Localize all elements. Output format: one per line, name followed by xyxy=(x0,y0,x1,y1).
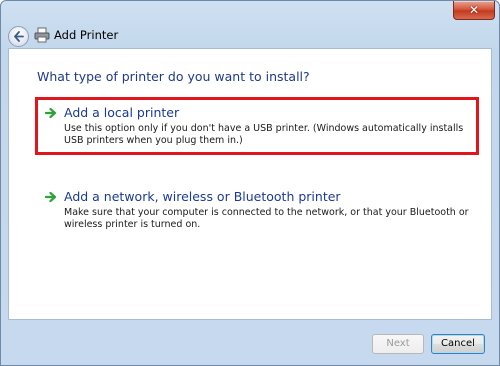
green-arrow-icon xyxy=(45,107,57,119)
close-button[interactable]: ✕ xyxy=(453,1,495,20)
back-arrow-icon xyxy=(14,31,24,42)
page-title: What type of printer do you want to inst… xyxy=(37,69,310,84)
printer-icon xyxy=(34,27,50,43)
cancel-button[interactable]: Cancel xyxy=(431,334,485,354)
option-title: Add a network, wireless or Bluetooth pri… xyxy=(64,189,341,204)
option-network-printer[interactable]: Add a network, wireless or Bluetooth pri… xyxy=(37,181,479,239)
option-description: Use this option only if you don't have a… xyxy=(64,123,464,146)
option-title: Add a local printer xyxy=(64,105,180,120)
back-button[interactable] xyxy=(8,26,29,47)
green-arrow-icon xyxy=(45,191,57,203)
option-description: Make sure that your computer is connecte… xyxy=(64,207,469,230)
close-icon: ✕ xyxy=(468,3,480,17)
next-button[interactable]: Next xyxy=(372,334,424,354)
window-title: Add Printer xyxy=(54,28,119,42)
wizard-content: What type of printer do you want to inst… xyxy=(8,48,492,320)
option-local-printer[interactable]: Add a local printer Use this option only… xyxy=(35,97,479,155)
